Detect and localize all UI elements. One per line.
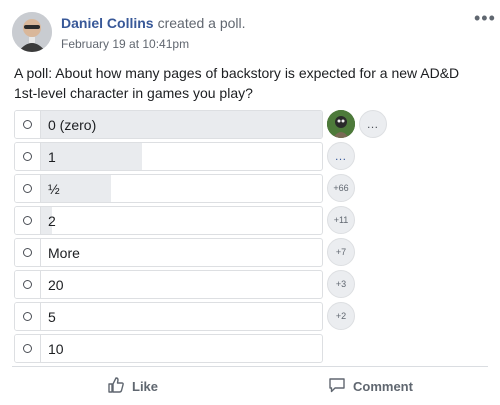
- poll-option-row: 0 (zero) …: [14, 110, 394, 142]
- poll-option-radio-cell[interactable]: [15, 271, 41, 298]
- voter-count-badge[interactable]: +11: [327, 206, 355, 234]
- poll-post: Daniel Collins created a poll. February 1…: [0, 0, 500, 405]
- radio-button-icon[interactable]: [23, 152, 32, 161]
- like-label: Like: [132, 379, 159, 394]
- voter-count-badge[interactable]: +66: [327, 174, 355, 202]
- poll-option-row: 20 +3: [14, 270, 394, 302]
- poll-option-radio-cell[interactable]: [15, 207, 41, 234]
- radio-button-icon[interactable]: [23, 216, 32, 225]
- poll-options: 0 (zero)… 1… ½ +66 2 +11 More +7 20 +3 5 +2 10: [14, 110, 394, 366]
- poll-option[interactable]: 10: [14, 334, 323, 363]
- poll-option-label: 5: [48, 309, 56, 325]
- voter-count-badge[interactable]: +7: [327, 238, 355, 266]
- comment-button[interactable]: Comment: [328, 375, 428, 399]
- poll-option-radio-cell[interactable]: [15, 303, 41, 330]
- poll-option[interactable]: 0 (zero): [14, 110, 323, 139]
- radio-button-icon[interactable]: [23, 312, 32, 321]
- poll-option-radio-cell[interactable]: [15, 335, 41, 362]
- comment-label: Comment: [353, 379, 413, 394]
- poll-option-label: 1: [48, 149, 56, 165]
- poll-option[interactable]: ½: [14, 174, 323, 203]
- author-name-link[interactable]: Daniel Collins: [61, 15, 154, 31]
- author-photo: [12, 12, 52, 52]
- poll-option-radio-cell[interactable]: [15, 239, 41, 266]
- poll-option-label: ½: [48, 181, 60, 197]
- poll-option-radio-cell[interactable]: [15, 143, 41, 170]
- poll-option-radio-cell[interactable]: [15, 111, 41, 138]
- voter-count-badge[interactable]: …: [327, 142, 355, 170]
- post-timestamp[interactable]: February 19 at 10:41pm: [61, 37, 189, 51]
- poll-option-label: More: [48, 245, 80, 261]
- poll-option-row: 5 +2: [14, 302, 394, 334]
- radio-button-icon[interactable]: [23, 280, 32, 289]
- author-avatar[interactable]: [12, 12, 52, 52]
- radio-button-icon[interactable]: [23, 184, 32, 193]
- poll-option-label: 2: [48, 213, 56, 229]
- voter-avatar[interactable]: [327, 110, 355, 138]
- poll-question: A poll: About how many pages of backstor…: [14, 65, 460, 101]
- poll-option-row: 2 +11: [14, 206, 394, 238]
- poll-option-row: 10: [14, 334, 394, 366]
- author-line: Daniel Collins created a poll.: [61, 15, 246, 31]
- voter-count-badge[interactable]: +2: [327, 302, 355, 330]
- poll-option-label: 0 (zero): [48, 117, 97, 133]
- poll-option[interactable]: 2: [14, 206, 323, 235]
- radio-button-icon[interactable]: [23, 344, 32, 353]
- comment-bubble-icon: [329, 378, 345, 393]
- poll-option[interactable]: 1: [14, 142, 323, 171]
- radio-button-icon[interactable]: [23, 120, 32, 129]
- more-options-button[interactable]: •••: [474, 8, 496, 29]
- poll-option-label: 20: [48, 277, 64, 293]
- poll-option[interactable]: 5: [14, 302, 323, 331]
- poll-option[interactable]: More: [14, 238, 323, 267]
- voter-count-badge[interactable]: +3: [327, 270, 355, 298]
- like-button[interactable]: Like: [107, 375, 167, 399]
- poll-option-label: 10: [48, 341, 64, 357]
- poll-option-result-bar: [41, 143, 142, 170]
- poll-option[interactable]: 20: [14, 270, 323, 299]
- post-action-text: created a poll.: [157, 15, 246, 31]
- poll-option-radio-cell[interactable]: [15, 175, 41, 202]
- more-voters-button[interactable]: …: [359, 110, 387, 138]
- actions-divider: [12, 366, 488, 367]
- poll-option-row: ½ +66: [14, 174, 394, 206]
- radio-button-icon[interactable]: [23, 248, 32, 257]
- poll-option-row: 1…: [14, 142, 394, 174]
- poll-option-row: More +7: [14, 238, 394, 270]
- thumbs-up-icon: [108, 377, 124, 393]
